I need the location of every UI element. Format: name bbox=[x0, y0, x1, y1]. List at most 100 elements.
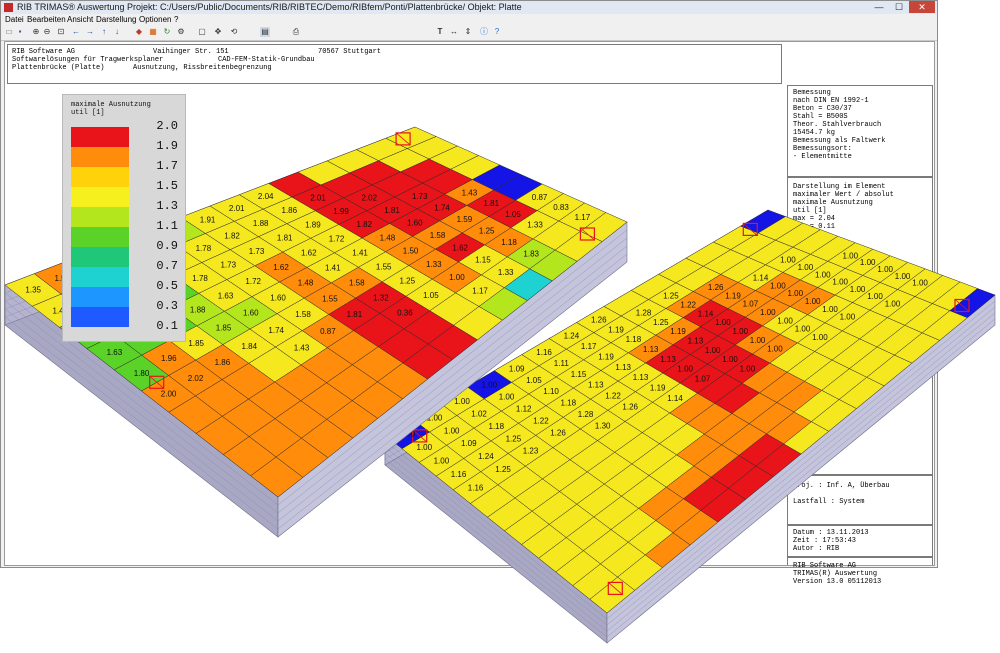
cell-value: 1.81 bbox=[384, 206, 400, 215]
cell-value: 1.89 bbox=[305, 220, 321, 229]
cell-value: 1.58 bbox=[349, 279, 365, 288]
cell-value: 1.73 bbox=[221, 260, 237, 269]
cell-value: 1.58 bbox=[295, 310, 311, 319]
cell-value: 1.60 bbox=[407, 218, 423, 227]
cell-value: 1.00 bbox=[715, 318, 731, 327]
cell-value: 1.24 bbox=[564, 332, 580, 341]
cell-value: 1.14 bbox=[698, 309, 714, 318]
cell-value: 1.18 bbox=[489, 422, 505, 431]
legend-swatch bbox=[71, 127, 129, 147]
cell-value: 1.00 bbox=[860, 258, 876, 267]
legend-swatch bbox=[71, 287, 129, 307]
cell-value: 1.19 bbox=[608, 325, 624, 334]
cell-value: 0.87 bbox=[320, 327, 336, 336]
cell-value: 1.17 bbox=[581, 342, 597, 351]
cell-value: 1.13 bbox=[688, 337, 704, 346]
cell-value: 1.13 bbox=[588, 381, 604, 390]
cell-value: 1.60 bbox=[270, 294, 286, 303]
cell-value: 1.28 bbox=[636, 308, 652, 317]
legend-value: 0.7 bbox=[156, 259, 178, 273]
legend-swatch bbox=[71, 267, 129, 287]
cell-value: 1.96 bbox=[161, 354, 177, 363]
cell-value: 1.14 bbox=[753, 274, 769, 283]
cell-value: 1.26 bbox=[708, 283, 724, 292]
cell-value: 1.11 bbox=[554, 359, 570, 368]
legend-value: 1.7 bbox=[156, 159, 178, 173]
cell-value: 1.85 bbox=[188, 339, 204, 348]
cell-value: 1.17 bbox=[472, 287, 488, 296]
cell-value: 1.00 bbox=[750, 336, 766, 345]
legend-swatch bbox=[71, 247, 129, 267]
legend-swatch bbox=[71, 207, 129, 227]
cell-value: 1.13 bbox=[643, 345, 659, 354]
cell-value: 1.78 bbox=[192, 274, 208, 283]
cell-value: 1.30 bbox=[595, 421, 611, 430]
cell-value: 1.72 bbox=[329, 234, 345, 243]
cell-value: 1.24 bbox=[478, 452, 494, 461]
cell-value: 1.18 bbox=[561, 399, 577, 408]
cell-value: 1.22 bbox=[680, 300, 696, 309]
cell-value: 1.00 bbox=[780, 256, 796, 265]
cell-value: 1.43 bbox=[294, 344, 310, 353]
cell-value: 1.25 bbox=[506, 434, 522, 443]
cell-value: 1.00 bbox=[832, 278, 848, 287]
cell-value: 1.26 bbox=[622, 403, 638, 412]
cell-value: 1.13 bbox=[660, 355, 676, 364]
cell-value: 1.83 bbox=[523, 250, 539, 259]
cell-value: 1.73 bbox=[412, 192, 428, 201]
cell-value: 1.43 bbox=[462, 188, 478, 197]
cell-value: 1.26 bbox=[591, 315, 607, 324]
cell-value: 1.88 bbox=[253, 219, 269, 228]
legend-value: 0.9 bbox=[156, 239, 178, 253]
cell-value: 1.18 bbox=[626, 335, 642, 344]
cell-value: 2.01 bbox=[229, 204, 245, 213]
cell-value: 1.82 bbox=[357, 220, 373, 229]
cell-value: 1.16 bbox=[468, 483, 484, 492]
cell-value: 1.91 bbox=[200, 216, 216, 225]
cell-value: 1.55 bbox=[322, 294, 338, 303]
legend-value: 0.5 bbox=[156, 279, 178, 293]
cell-value: 1.74 bbox=[434, 203, 450, 212]
legend-swatch bbox=[71, 227, 129, 247]
cell-value: 1.88 bbox=[190, 306, 206, 315]
cell-value: 1.18 bbox=[501, 238, 517, 247]
cell-value: 1.22 bbox=[605, 392, 621, 401]
legend-swatch bbox=[71, 147, 129, 167]
cell-value: 1.00 bbox=[434, 457, 450, 466]
cell-value: 1.86 bbox=[282, 206, 298, 215]
cell-value: 1.86 bbox=[215, 358, 231, 367]
cell-value: 1.19 bbox=[670, 327, 686, 336]
legend-value: 1.1 bbox=[156, 219, 178, 233]
cell-value: 1.63 bbox=[107, 348, 123, 357]
cell-value: 1.00 bbox=[895, 272, 911, 281]
cell-value: 1.62 bbox=[273, 263, 289, 272]
cell-value: 1.81 bbox=[277, 234, 293, 243]
cell-value: 1.00 bbox=[815, 270, 831, 279]
cell-value: 1.58 bbox=[430, 231, 446, 240]
cell-value: 0.83 bbox=[553, 203, 569, 212]
cell-value: 1.00 bbox=[770, 281, 786, 290]
cell-value: 1.00 bbox=[677, 365, 693, 374]
legend-unit: util [1] bbox=[71, 109, 105, 117]
cell-value: 1.00 bbox=[877, 265, 893, 274]
cell-value: 1.00 bbox=[482, 381, 498, 390]
cell-value: 1.09 bbox=[461, 439, 477, 448]
cell-value: 1.00 bbox=[812, 333, 828, 342]
cell-value: 1.72 bbox=[245, 277, 261, 286]
cell-value: 1.00 bbox=[449, 273, 465, 282]
legend-value: 0.3 bbox=[156, 299, 178, 313]
legend-value: 1.5 bbox=[156, 179, 178, 193]
cell-value: 1.60 bbox=[243, 309, 259, 318]
cell-value: 1.16 bbox=[536, 348, 552, 357]
cell-value: 1.00 bbox=[767, 345, 783, 354]
cell-value: 1.25 bbox=[663, 292, 679, 301]
cell-value: 1.35 bbox=[25, 286, 41, 295]
cell-value: 1.22 bbox=[533, 416, 549, 425]
cell-value: 1.25 bbox=[495, 465, 511, 474]
cell-value: 1.33 bbox=[426, 260, 442, 269]
cell-value: 1.00 bbox=[740, 365, 756, 374]
cell-value: 1.00 bbox=[454, 397, 470, 406]
cell-value: 1.82 bbox=[224, 231, 240, 240]
cell-value: 1.05 bbox=[526, 376, 542, 385]
cell-value: 1.81 bbox=[347, 310, 363, 319]
